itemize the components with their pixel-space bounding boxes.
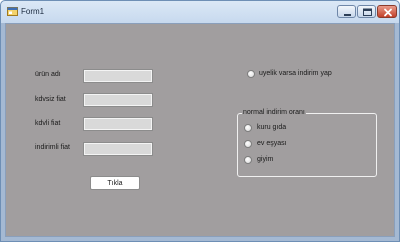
product-name-input[interactable] [83, 69, 153, 83]
discount-rate-group: normal indirim oranı kuru gıda ev eşyası… [237, 109, 377, 177]
clothing-label: giyim [257, 156, 274, 163]
click-button[interactable]: Tıkla [90, 176, 140, 190]
discounted-price-input[interactable] [83, 142, 153, 156]
discount-rate-group-title: normal indirim oranı [242, 109, 306, 116]
discounted-price-label: indirimli fiat [35, 144, 71, 151]
form-client-area: ürün adı kdvsiz fiat kdvli fiat indiriml… [5, 23, 395, 237]
membership-discount-radio[interactable] [247, 70, 255, 78]
window-title: Form1 [21, 7, 45, 16]
close-button[interactable] [377, 5, 397, 18]
price-without-vat-input[interactable] [83, 93, 153, 107]
price-without-vat-label: kdvsiz fiat [35, 96, 66, 103]
membership-discount-label: uyelik varsa indirim yap [259, 70, 332, 77]
product-name-label: ürün adı [35, 71, 61, 78]
main-window: Form1 ürün adı kdvsiz fiat kdvli fiat in… [0, 0, 400, 242]
form-icon [7, 6, 18, 17]
household-goods-radio[interactable] [244, 140, 252, 148]
maximize-icon [363, 8, 372, 16]
price-with-vat-label: kdvli fiat [35, 120, 61, 127]
clothing-radio[interactable] [244, 156, 252, 164]
price-with-vat-input[interactable] [83, 117, 153, 131]
dry-food-radio[interactable] [244, 124, 252, 132]
close-icon [384, 8, 392, 17]
minimize-button[interactable] [337, 5, 356, 18]
title-bar[interactable]: Form1 [1, 1, 399, 23]
maximize-button[interactable] [357, 5, 376, 18]
household-goods-label: ev eşyası [257, 140, 287, 147]
dry-food-label: kuru gıda [257, 124, 287, 131]
minimize-icon [344, 14, 351, 16]
